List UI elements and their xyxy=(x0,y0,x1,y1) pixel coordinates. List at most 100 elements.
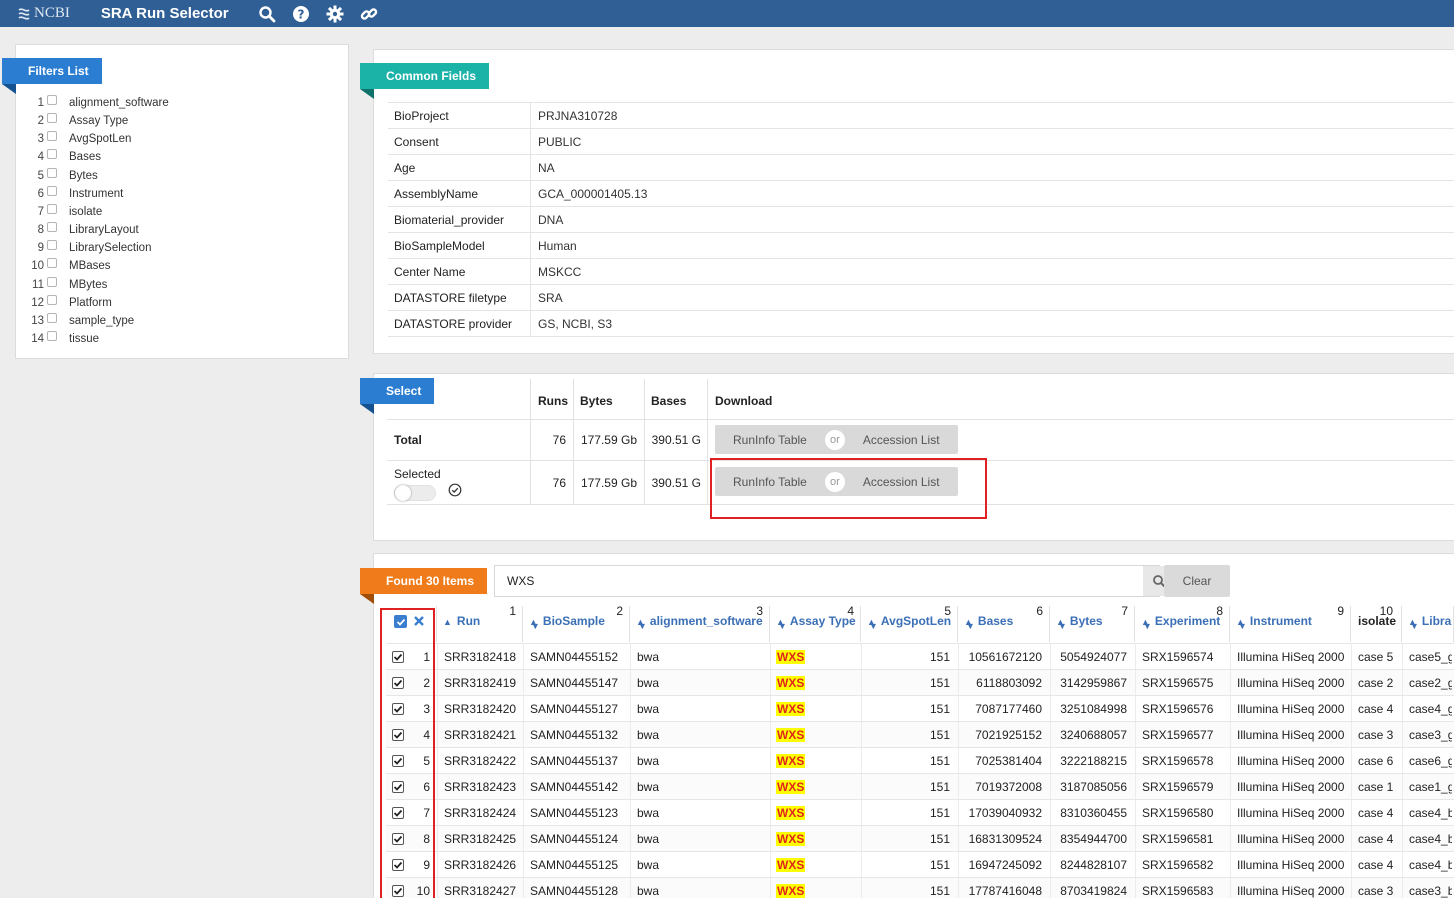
table-link[interactable]: SRR3182427 xyxy=(444,878,521,898)
table-cell: 3142959867 xyxy=(1060,676,1127,690)
gear-icon[interactable] xyxy=(325,4,345,24)
table-link[interactable]: SAMN04455127 xyxy=(530,696,628,722)
filter-checkbox[interactable] xyxy=(47,113,57,124)
table-cell: 151 xyxy=(929,676,950,690)
table-link[interactable]: SRX1596583 xyxy=(1142,878,1228,898)
filter-checkbox[interactable] xyxy=(47,240,57,251)
common-field-value[interactable]: PRJNA310728 xyxy=(531,109,617,123)
table-row[interactable]: 4 SRR3182421 SAMN04455132 bwa WXS 151 70219251… xyxy=(386,721,1454,748)
table-link[interactable]: SAMN04455132 xyxy=(530,722,628,748)
table-row[interactable]: 9 SRR3182426 SAMN04455125 bwa WXS 151 16947245… xyxy=(386,851,1454,878)
table-link[interactable]: SAMN04455124 xyxy=(530,826,628,852)
table-link[interactable]: SRX1596579 xyxy=(1142,774,1228,800)
table-row[interactable]: 6 SRR3182423 SAMN04455142 bwa WXS 151 70193720… xyxy=(386,773,1454,800)
table-link[interactable]: SAMN04455142 xyxy=(530,774,628,800)
table-link[interactable]: SAMN04455128 xyxy=(530,878,628,898)
filter-item[interactable]: 14 tissue xyxy=(16,330,99,348)
filter-checkbox[interactable] xyxy=(47,185,57,196)
filter-item[interactable]: 13 sample_type xyxy=(16,312,134,330)
table-link[interactable]: SAMN04455123 xyxy=(530,800,628,826)
table-row[interactable]: 8 SRR3182425 SAMN04455124 bwa WXS 151 16831309… xyxy=(386,825,1454,852)
table-link[interactable]: SRR3182421 xyxy=(444,722,521,748)
filter-item[interactable]: 7 isolate xyxy=(16,203,102,221)
column-header[interactable]: 5 ▲▼ AvgSpotLen xyxy=(861,604,958,642)
table-link[interactable]: SAMN04455147 xyxy=(530,670,628,696)
filter-checkbox[interactable] xyxy=(47,95,57,105)
bases-header: Bases xyxy=(651,394,687,408)
table-row[interactable]: 10 SRR3182427 SAMN04455128 bwa WXS 151 1778741… xyxy=(386,877,1454,898)
filter-item[interactable]: 4 Bases xyxy=(16,148,101,166)
filter-item[interactable]: 8 LibraryLayout xyxy=(16,221,139,239)
column-label: isolate xyxy=(1358,614,1397,628)
filter-checkbox[interactable] xyxy=(47,330,57,341)
filter-checkbox[interactable] xyxy=(47,294,57,305)
filter-item[interactable]: 1 alignment_software xyxy=(16,94,169,112)
check-circle-icon[interactable] xyxy=(448,483,462,500)
table-row[interactable]: 2 SRR3182419 SAMN04455147 bwa WXS 151 61188030… xyxy=(386,669,1454,696)
table-link[interactable]: SRX1596574 xyxy=(1142,644,1228,670)
filter-checkbox[interactable] xyxy=(47,276,57,287)
filter-checkbox[interactable] xyxy=(47,149,57,160)
column-header[interactable]: ▲▼ Libra xyxy=(1402,606,1454,642)
total-runinfo-table-button[interactable]: RunInfo Table xyxy=(715,433,825,447)
filter-item[interactable]: 5 Bytes xyxy=(16,167,98,185)
filter-checkbox[interactable] xyxy=(47,167,57,178)
table-link[interactable]: SRX1596576 xyxy=(1142,696,1228,722)
filter-checkbox[interactable] xyxy=(47,258,57,269)
column-header[interactable]: 3 ▲▼ alignment_software xyxy=(630,604,770,642)
table-link[interactable]: SRX1596580 xyxy=(1142,800,1228,826)
common-field-row: Biomaterial_provider DNA xyxy=(388,206,1454,232)
table-link[interactable]: SAMN04455152 xyxy=(530,644,628,670)
column-separator xyxy=(958,722,959,748)
filter-item[interactable]: 2 Assay Type xyxy=(16,112,128,130)
filter-item[interactable]: 10 MBases xyxy=(16,257,111,275)
table-link[interactable]: SRR3182418 xyxy=(444,644,521,670)
table-link[interactable]: SRR3182424 xyxy=(444,800,521,826)
column-header[interactable]: 7 ▲▼ Bytes xyxy=(1050,604,1135,642)
column-separator xyxy=(1230,722,1231,748)
table-row[interactable]: 3 SRR3182420 SAMN04455127 bwa WXS 151 70871774… xyxy=(386,695,1454,722)
column-header[interactable]: 8 ▲▼ Experiment xyxy=(1135,604,1230,642)
column-header[interactable]: 1 ▲ Run xyxy=(437,604,523,642)
filter-item[interactable]: 12 Platform xyxy=(16,294,112,312)
table-link[interactable]: SRR3182423 xyxy=(444,774,521,800)
table-link[interactable]: SRR3182426 xyxy=(444,852,521,878)
filter-item[interactable]: 6 Instrument xyxy=(16,185,123,203)
table-row[interactable]: 1 SRR3182418 SAMN04455152 bwa WXS 151 10561672… xyxy=(386,643,1454,670)
table-link[interactable]: SRX1596575 xyxy=(1142,670,1228,696)
table-link[interactable]: SRR3182425 xyxy=(444,826,521,852)
search-input[interactable] xyxy=(495,566,1143,596)
filter-checkbox[interactable] xyxy=(47,222,57,233)
column-header[interactable]: 2 ▲▼ BioSample xyxy=(523,604,630,642)
filter-item[interactable]: 3 AvgSpotLen xyxy=(16,130,131,148)
filter-checkbox[interactable] xyxy=(47,203,57,214)
column-header[interactable]: 4 ▲▼ Assay Type xyxy=(770,604,861,642)
column-header[interactable]: 6 ▲▼ Bases xyxy=(958,604,1050,642)
filter-item[interactable]: 9 LibrarySelection xyxy=(16,239,151,257)
search-icon[interactable] xyxy=(257,4,277,24)
clear-button[interactable]: Clear xyxy=(1164,565,1230,597)
column-header[interactable]: 9 ▲▼ Instrument xyxy=(1230,604,1351,642)
column-separator xyxy=(1402,878,1403,898)
table-link[interactable]: SRX1596582 xyxy=(1142,852,1228,878)
table-link[interactable]: SRX1596578 xyxy=(1142,748,1228,774)
table-link[interactable]: SAMN04455137 xyxy=(530,748,628,774)
table-row[interactable]: 5 SRR3182422 SAMN04455137 bwa WXS 151 70253814… xyxy=(386,747,1454,774)
total-accession-list-button[interactable]: Accession List xyxy=(845,433,958,447)
filter-checkbox[interactable] xyxy=(47,131,57,142)
link-icon[interactable] xyxy=(359,4,379,24)
filter-checkbox[interactable] xyxy=(47,312,57,323)
table-link[interactable]: SRR3182420 xyxy=(444,696,521,722)
column-header[interactable]: 10 isolate xyxy=(1351,604,1402,642)
help-icon[interactable]: ? xyxy=(291,4,311,24)
table-link[interactable]: SRX1596577 xyxy=(1142,722,1228,748)
table-link[interactable]: SAMN04455125 xyxy=(530,852,628,878)
selected-toggle[interactable] xyxy=(394,485,436,501)
table-link[interactable]: SRR3182419 xyxy=(444,670,521,696)
filter-item[interactable]: 11 MBytes xyxy=(16,276,107,294)
table-row[interactable]: 7 SRR3182424 SAMN04455123 bwa WXS 151 17039040… xyxy=(386,799,1454,826)
app-title[interactable]: SRA Run Selector xyxy=(101,5,229,22)
table-link[interactable]: SRR3182422 xyxy=(444,748,521,774)
table-link[interactable]: SRX1596581 xyxy=(1142,826,1228,852)
ncbi-logo[interactable]: NCBI xyxy=(16,5,70,22)
